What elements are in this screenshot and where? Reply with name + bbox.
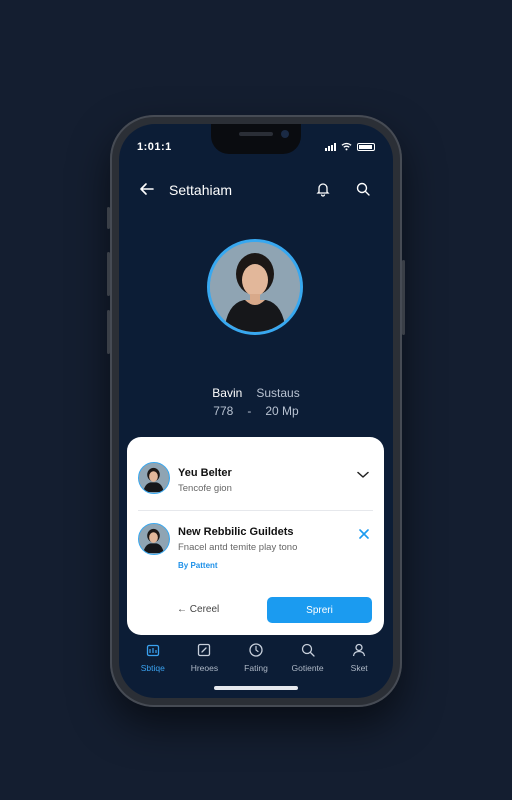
tab-label: Gotiente xyxy=(291,663,324,673)
tab-label: Sket xyxy=(350,663,368,673)
tab-heroes[interactable]: Hreoes xyxy=(180,642,228,673)
bottom-sheet: Yeu Belter Tencofe gion New Rebbilic Gui xyxy=(127,437,384,635)
edit-icon xyxy=(198,643,211,657)
status-icons xyxy=(325,142,375,151)
tab-label: Fating xyxy=(244,663,268,673)
tab-profile[interactable]: Sket xyxy=(335,642,383,673)
side-button-volume-down xyxy=(107,310,110,354)
phone-frame: 1:01:1 Settahiam Bavin Sustaus 778 - 20 … xyxy=(107,115,405,707)
profile-stats: Bavin Sustaus 778 - 20 Mp xyxy=(119,386,393,418)
avatar xyxy=(138,523,170,555)
front-camera xyxy=(281,130,289,138)
stat-value-detail: 20 Mp xyxy=(265,404,299,418)
battery-icon xyxy=(357,142,375,151)
item-subtitle: Tencofe gion xyxy=(178,483,232,494)
item-title: Yeu Belter xyxy=(178,467,232,479)
person-portrait xyxy=(210,242,300,332)
cancel-button[interactable]: ← Cereel xyxy=(177,604,219,615)
home-indicator[interactable] xyxy=(214,686,298,690)
page-title: Settahiam xyxy=(169,182,233,198)
speaker xyxy=(239,132,273,136)
status-time: 1:01:1 xyxy=(137,141,172,153)
stats-row-2: 778 - 20 Mp xyxy=(119,404,393,418)
side-button-power xyxy=(402,260,405,335)
list-item-yeu-belter[interactable]: Yeu Belter Tencofe gion xyxy=(138,461,373,495)
divider xyxy=(138,510,373,511)
search-icon[interactable] xyxy=(355,181,371,197)
home-icon xyxy=(146,644,159,657)
list-item-guidelines[interactable]: New Rebbilic Guildets Fnacel antd temite… xyxy=(138,523,373,573)
stat-value: 778 xyxy=(213,404,234,418)
profile-avatar[interactable] xyxy=(207,239,303,335)
bell-icon[interactable] xyxy=(315,181,331,197)
person-portrait xyxy=(139,463,168,493)
stat-separator: - xyxy=(247,404,252,418)
stat-label: Bavin xyxy=(212,386,243,400)
search-icon xyxy=(301,643,315,657)
stats-row-1: Bavin Sustaus xyxy=(119,386,393,400)
app-header: Settahiam xyxy=(119,179,393,203)
compass-icon xyxy=(249,643,263,657)
close-icon[interactable] xyxy=(359,529,369,539)
wifi-icon xyxy=(341,142,352,151)
author-link[interactable]: By Pattent xyxy=(178,561,218,570)
tab-search[interactable]: Gotiente xyxy=(284,642,332,673)
notch xyxy=(211,124,301,154)
tab-fating[interactable]: Fating xyxy=(232,642,280,673)
side-button-mute xyxy=(107,207,110,229)
item-title: New Rebbilic Guildets xyxy=(178,526,294,538)
person-portrait xyxy=(139,524,168,554)
phone-screen: 1:01:1 Settahiam Bavin Sustaus 778 - 20 … xyxy=(119,124,393,698)
tab-label: Hreoes xyxy=(190,663,219,673)
item-subtitle: Fnacel antd temite play tono xyxy=(178,542,298,553)
cancel-label: Cereel xyxy=(189,604,220,615)
avatar xyxy=(138,462,170,494)
tab-label: Sbtiqe xyxy=(140,663,165,673)
back-arrow-icon[interactable] xyxy=(139,181,155,197)
tab-bar: Sbtiqe Hreoes Fating Gotiente Sket xyxy=(119,642,393,673)
signal-icon xyxy=(325,142,336,151)
back-arrow-icon: ← xyxy=(177,604,187,615)
side-button-volume-up xyxy=(107,252,110,296)
stat-detail: Sustaus xyxy=(256,386,300,400)
chevron-down-icon[interactable] xyxy=(357,471,369,479)
profile-icon xyxy=(353,643,366,657)
primary-button[interactable]: Spreri xyxy=(267,597,372,623)
tab-home[interactable]: Sbtiqe xyxy=(129,642,177,673)
